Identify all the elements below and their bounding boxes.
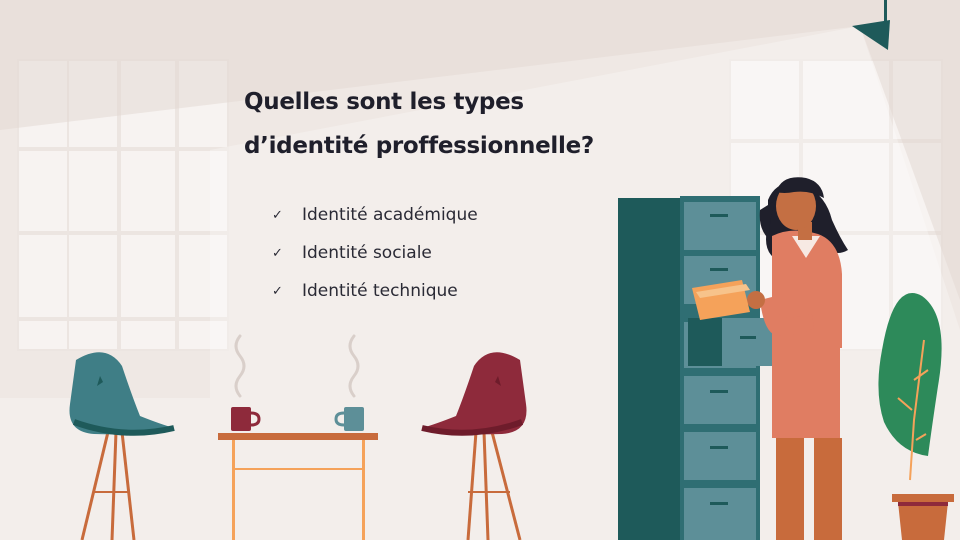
check-icon: ✓ <box>272 283 283 299</box>
bullet-label: Identité académique <box>302 205 478 225</box>
filing-cabinet-icon <box>618 196 772 540</box>
bullet-label: Identité sociale <box>302 243 432 263</box>
list-item: ✓ Identité académique <box>272 196 478 234</box>
list-item: ✓ Identité technique <box>272 272 478 310</box>
bullet-label: Identité technique <box>302 281 458 301</box>
slide-title: Quelles sont les types d’identité proffe… <box>244 80 684 168</box>
title-line-2: d’identité proffessionnelle? <box>244 133 594 159</box>
list-item: ✓ Identité sociale <box>272 234 478 272</box>
title-line-1: Quelles sont les types <box>244 89 524 115</box>
check-icon: ✓ <box>272 245 283 261</box>
bullet-list: ✓ Identité académique ✓ Identité sociale… <box>272 196 478 310</box>
check-icon: ✓ <box>272 207 283 223</box>
